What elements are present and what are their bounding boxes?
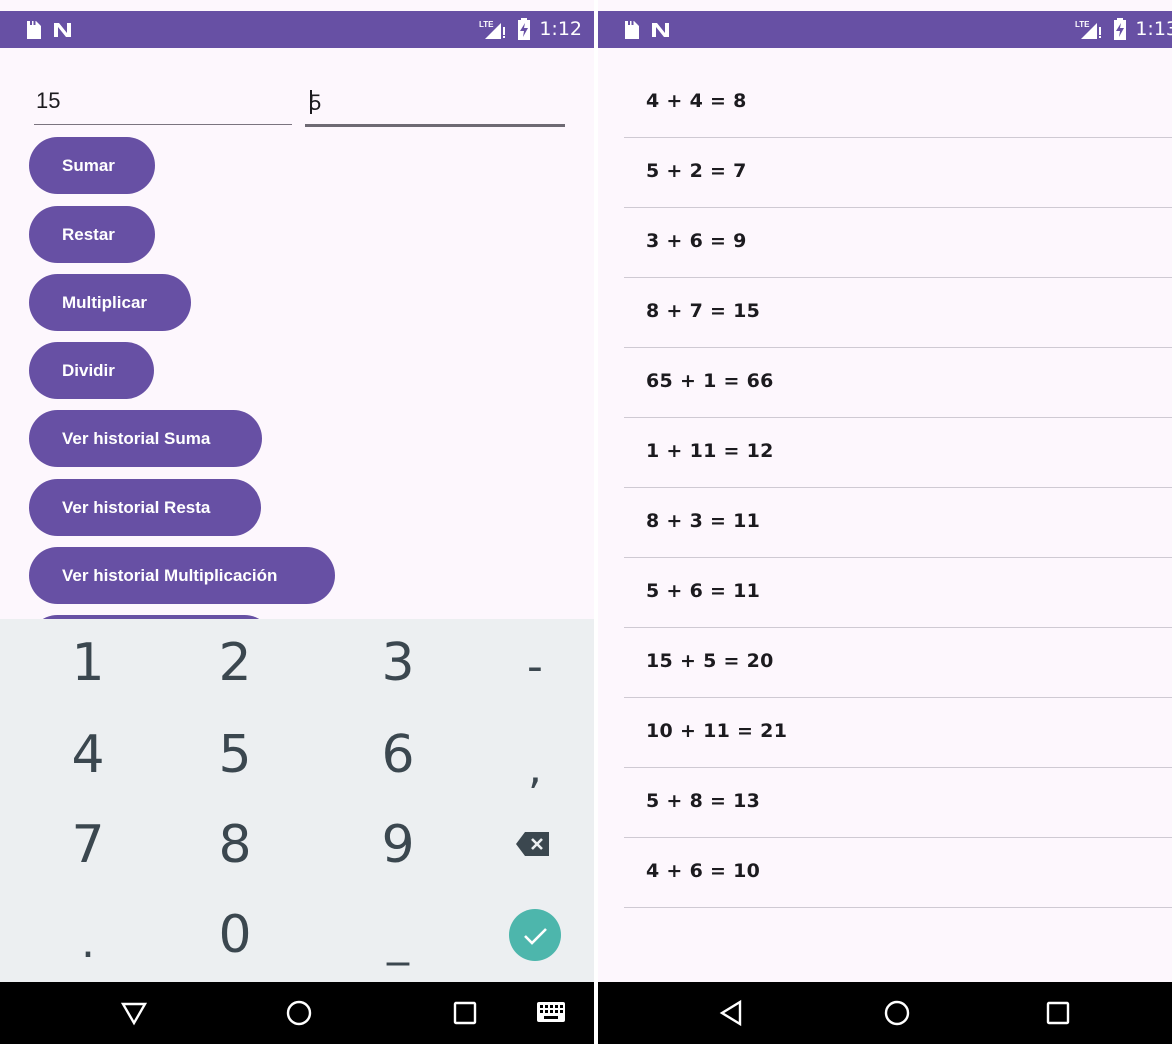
- divide-button-label: Dividir: [62, 360, 115, 380]
- history-entry: 3 + 6 = 9: [646, 230, 747, 252]
- history-entry: 5 + 6 = 11: [646, 580, 761, 602]
- recents-icon[interactable]: [451, 999, 479, 1032]
- history-entry: 5 + 2 = 7: [646, 160, 747, 182]
- multiply-history-button-label: Ver historial Multiplicación: [62, 565, 278, 585]
- key-0[interactable]: 0: [185, 905, 285, 965]
- status-right-icons: LTE 1:12: [479, 16, 582, 42]
- list-item: 4 + 4 = 8: [624, 68, 1172, 138]
- back-icon[interactable]: [120, 999, 148, 1032]
- keyboard-icon[interactable]: [536, 1001, 566, 1028]
- status-bar: LTE 1:13: [598, 11, 1172, 48]
- list-item: 15 + 5 = 20: [624, 628, 1172, 698]
- key-period[interactable]: .: [38, 917, 138, 968]
- status-left-icons: [24, 19, 84, 41]
- key-8[interactable]: 8: [185, 815, 285, 875]
- list-item: 5 + 2 = 7: [624, 138, 1172, 208]
- key-5[interactable]: 5: [185, 725, 285, 785]
- list-item: 3 + 6 = 9: [624, 208, 1172, 278]
- list-item: 10 + 11 = 21: [624, 698, 1172, 768]
- sum-button[interactable]: Sumar: [29, 137, 155, 194]
- key-3[interactable]: 3: [348, 633, 448, 693]
- status-time: 1:13: [1135, 18, 1172, 40]
- svg-text:LTE: LTE: [479, 20, 494, 29]
- status-bar: LTE 1:12: [0, 11, 594, 48]
- key-7[interactable]: 7: [38, 815, 138, 875]
- history-entry: 10 + 11 = 21: [646, 720, 788, 742]
- history-entry: 4 + 4 = 8: [646, 90, 747, 112]
- navigation-bar: [0, 982, 594, 1044]
- multiply-button[interactable]: Multiplicar: [29, 274, 191, 331]
- battery-charging-icon: [1114, 18, 1127, 40]
- recents-icon[interactable]: [1044, 999, 1072, 1032]
- text-cursor: [310, 90, 312, 114]
- navigation-bar: [598, 982, 1172, 1044]
- status-left-icons: [622, 19, 682, 41]
- history-entry: 8 + 3 = 11: [646, 510, 761, 532]
- sum-button-label: Sumar: [62, 155, 115, 175]
- first-number-input[interactable]: 15: [34, 86, 292, 125]
- history-entry: 5 + 8 = 13: [646, 790, 761, 812]
- key-9[interactable]: 9: [348, 815, 448, 875]
- home-icon[interactable]: [285, 999, 313, 1032]
- subtract-button-label: Restar: [62, 224, 115, 244]
- key-minus[interactable]: -: [485, 641, 585, 692]
- status-time: 1:12: [539, 18, 582, 40]
- status-right-icons: LTE 1:13: [1075, 16, 1172, 42]
- numeric-keyboard: 1 2 3 - 4 5 6 , 7 8 9 . 0 _: [0, 619, 594, 982]
- sd-card-icon: [625, 21, 669, 39]
- list-item: 5 + 8 = 13: [624, 768, 1172, 838]
- list-item: 65 + 1 = 66: [624, 348, 1172, 418]
- backspace-icon[interactable]: [515, 831, 551, 862]
- list-item: 8 + 7 = 15: [624, 278, 1172, 348]
- sum-history-button[interactable]: Ver historial Suma: [29, 410, 262, 467]
- history-entry: 1 + 11 = 12: [646, 440, 774, 462]
- second-number-input[interactable]: 5: [305, 86, 565, 127]
- subtract-button[interactable]: Restar: [29, 206, 155, 263]
- sd-card-icon: [27, 21, 71, 39]
- key-comma[interactable]: ,: [485, 743, 585, 794]
- list-item: 8 + 3 = 11: [624, 488, 1172, 558]
- history-entry: 65 + 1 = 66: [646, 370, 774, 392]
- history-entry: 15 + 5 = 20: [646, 650, 774, 672]
- lte-signal-icon: LTE: [479, 20, 506, 39]
- key-underscore[interactable]: _: [348, 915, 448, 966]
- svg-text:LTE: LTE: [1075, 20, 1090, 29]
- key-1[interactable]: 1: [38, 633, 138, 693]
- first-number-value: 15: [36, 88, 61, 113]
- multiply-button-label: Multiplicar: [62, 292, 148, 312]
- check-icon[interactable]: [509, 909, 561, 966]
- home-icon[interactable]: [883, 999, 911, 1032]
- subtract-history-button-label: Ver historial Resta: [62, 497, 211, 517]
- key-4[interactable]: 4: [38, 725, 138, 785]
- history-entry: 4 + 6 = 10: [646, 860, 761, 882]
- history-entry: 8 + 7 = 15: [646, 300, 761, 322]
- battery-charging-icon: [518, 18, 531, 40]
- lte-signal-icon: LTE: [1075, 20, 1102, 39]
- list-item: 5 + 6 = 11: [624, 558, 1172, 628]
- list-item: 1 + 11 = 12: [624, 418, 1172, 488]
- sum-history-button-label: Ver historial Suma: [62, 428, 211, 448]
- back-icon[interactable]: [718, 999, 746, 1032]
- history-screen: LTE 1:13 4 + 4 = 8 5 + 2 = 7 3 + 6 = 9 8…: [598, 0, 1172, 1044]
- divide-button[interactable]: Dividir: [29, 342, 154, 399]
- key-2[interactable]: 2: [185, 633, 285, 693]
- calculator-screen: LTE 1:12 15 5 Sumar Restar Multiplicar D…: [0, 0, 594, 1044]
- list-item: 4 + 6 = 10: [624, 838, 1172, 908]
- key-6[interactable]: 6: [348, 725, 448, 785]
- subtract-history-button[interactable]: Ver historial Resta: [29, 479, 261, 536]
- multiply-history-button[interactable]: Ver historial Multiplicación: [29, 547, 335, 604]
